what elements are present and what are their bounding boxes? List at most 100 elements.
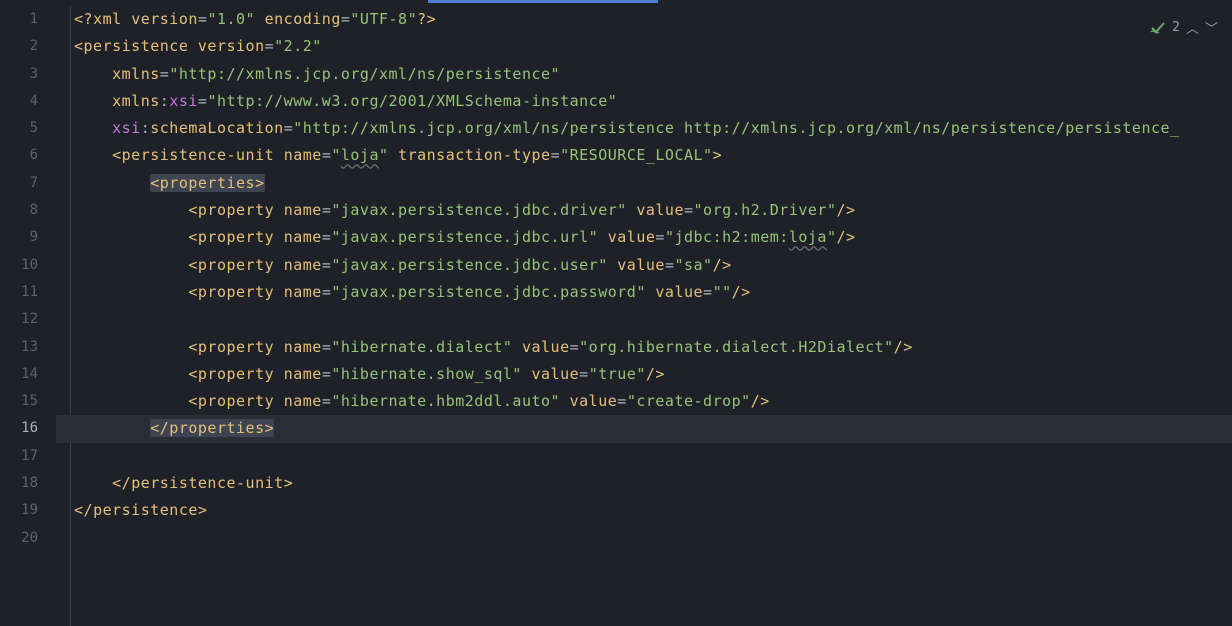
code-line[interactable]: <properties> <box>74 170 1232 197</box>
line-number[interactable]: 3 <box>0 61 38 88</box>
code-token: property <box>198 392 284 410</box>
code-token: "sa" <box>674 256 712 274</box>
code-token: value <box>570 392 618 410</box>
line-number[interactable]: 9 <box>0 224 38 251</box>
code-token: /> <box>646 365 665 383</box>
code-token: /> <box>713 256 732 274</box>
line-number[interactable]: 17 <box>0 443 38 470</box>
code-line[interactable]: <property name="hibernate.dialect" value… <box>74 334 1232 361</box>
code-token: loja <box>341 146 379 164</box>
code-token: "true" <box>589 365 646 383</box>
code-token: < <box>188 365 198 383</box>
line-number[interactable]: 14 <box>0 361 38 388</box>
code-token: <properties> <box>150 174 264 192</box>
code-line[interactable]: <property name="hibernate.hbm2ddl.auto" … <box>74 388 1232 415</box>
code-line[interactable]: xmlns:xsi="http://www.w3.org/2001/XMLSch… <box>74 88 1232 115</box>
code-area[interactable]: <?xml version="1.0" encoding="UTF-8"?><p… <box>56 6 1232 626</box>
code-token <box>74 228 188 246</box>
code-token: "http://xmlns.jcp.org/xml/ns/persistence… <box>169 65 560 83</box>
next-highlight-icon[interactable]: ﹀ <box>1205 18 1218 37</box>
code-token: = <box>570 338 580 356</box>
code-token: name <box>284 228 322 246</box>
code-line[interactable]: <persistence version="2.2" <box>74 33 1232 60</box>
line-number[interactable]: 4 <box>0 88 38 115</box>
code-token: name <box>284 283 322 301</box>
line-number[interactable]: 15 <box>0 388 38 415</box>
code-token <box>646 283 656 301</box>
code-token: "org.h2.Driver" <box>694 201 837 219</box>
code-token: = <box>322 283 332 301</box>
code-token: /> <box>894 338 913 356</box>
code-token: "hibernate.hbm2ddl.auto" <box>331 392 560 410</box>
code-token: = <box>551 146 561 164</box>
code-token <box>74 392 188 410</box>
code-line[interactable]: <property name="javax.persistence.jdbc.u… <box>74 252 1232 279</box>
code-content[interactable]: <?xml version="1.0" encoding="UTF-8"?><p… <box>74 6 1232 552</box>
line-number[interactable]: 11 <box>0 279 38 306</box>
line-number[interactable]: 7 <box>0 170 38 197</box>
code-token: loja <box>789 228 827 246</box>
line-number[interactable]: 20 <box>0 525 38 552</box>
code-line[interactable]: <persistence-unit name="loja" transactio… <box>74 142 1232 169</box>
line-number[interactable]: 12 <box>0 306 38 333</box>
code-token: = <box>322 338 332 356</box>
code-token: "UTF-8" <box>350 10 417 28</box>
code-line[interactable]: <property name="javax.persistence.jdbc.u… <box>74 224 1232 251</box>
code-token: = <box>655 228 665 246</box>
code-token: = <box>284 119 294 137</box>
code-token: xml <box>93 10 131 28</box>
code-token: = <box>265 37 275 55</box>
code-token: ?> <box>417 10 436 28</box>
code-token: name <box>284 256 322 274</box>
code-token: "hibernate.dialect" <box>331 338 512 356</box>
code-token: property <box>198 365 284 383</box>
code-token: < <box>188 201 198 219</box>
code-token <box>74 92 112 110</box>
code-token <box>74 256 188 274</box>
code-token: "jdbc:h2:mem: <box>665 228 789 246</box>
code-token: = <box>684 201 694 219</box>
code-token: < <box>188 338 198 356</box>
code-line[interactable]: 💡 </properties> <box>56 415 1232 442</box>
code-token: "javax.persistence.jdbc.url" <box>331 228 598 246</box>
code-line[interactable] <box>74 525 1232 552</box>
code-line[interactable]: xsi:schemaLocation="http://xmlns.jcp.org… <box>74 115 1232 142</box>
code-token: property <box>198 256 284 274</box>
code-line[interactable] <box>74 443 1232 470</box>
code-line[interactable]: <?xml version="1.0" encoding="UTF-8"?> <box>74 6 1232 33</box>
line-number[interactable]: 18 <box>0 470 38 497</box>
code-line[interactable]: <property name="hibernate.show_sql" valu… <box>74 361 1232 388</box>
code-token <box>560 392 570 410</box>
code-token: = <box>322 201 332 219</box>
line-number[interactable]: 5 <box>0 115 38 142</box>
code-line[interactable]: <property name="javax.persistence.jdbc.d… <box>74 197 1232 224</box>
inspections-count: 2 <box>1172 20 1180 35</box>
code-token: = <box>703 283 713 301</box>
line-number[interactable]: 19 <box>0 497 38 524</box>
line-number[interactable]: 2 <box>0 33 38 60</box>
code-token: property <box>198 338 284 356</box>
code-line[interactable]: xmlns="http://xmlns.jcp.org/xml/ns/persi… <box>74 61 1232 88</box>
code-token: = <box>322 365 332 383</box>
code-line[interactable]: </persistence> <box>74 497 1232 524</box>
code-token: name <box>284 365 322 383</box>
line-number[interactable]: 10 <box>0 252 38 279</box>
line-number[interactable]: 8 <box>0 197 38 224</box>
inspections-widget[interactable]: 2 ︿ ﹀ <box>1150 18 1218 37</box>
prev-highlight-icon[interactable]: ︿ <box>1186 18 1199 37</box>
code-token: property <box>198 201 284 219</box>
code-token: /> <box>751 392 770 410</box>
line-number-gutter[interactable]: 1234567891011121314151617181920 <box>0 6 56 626</box>
line-number[interactable]: 16 <box>0 415 38 442</box>
code-token: = <box>198 92 208 110</box>
line-number[interactable]: 6 <box>0 142 38 169</box>
code-line[interactable] <box>74 306 1232 333</box>
code-token: name <box>284 201 322 219</box>
code-token <box>74 119 112 137</box>
code-editor[interactable]: 1234567891011121314151617181920 <?xml ve… <box>0 6 1232 626</box>
code-line[interactable]: <property name="javax.persistence.jdbc.p… <box>74 279 1232 306</box>
code-line[interactable]: </persistence-unit> <box>74 470 1232 497</box>
line-number[interactable]: 1 <box>0 6 38 33</box>
line-number[interactable]: 13 <box>0 334 38 361</box>
check-icon <box>1150 20 1166 36</box>
